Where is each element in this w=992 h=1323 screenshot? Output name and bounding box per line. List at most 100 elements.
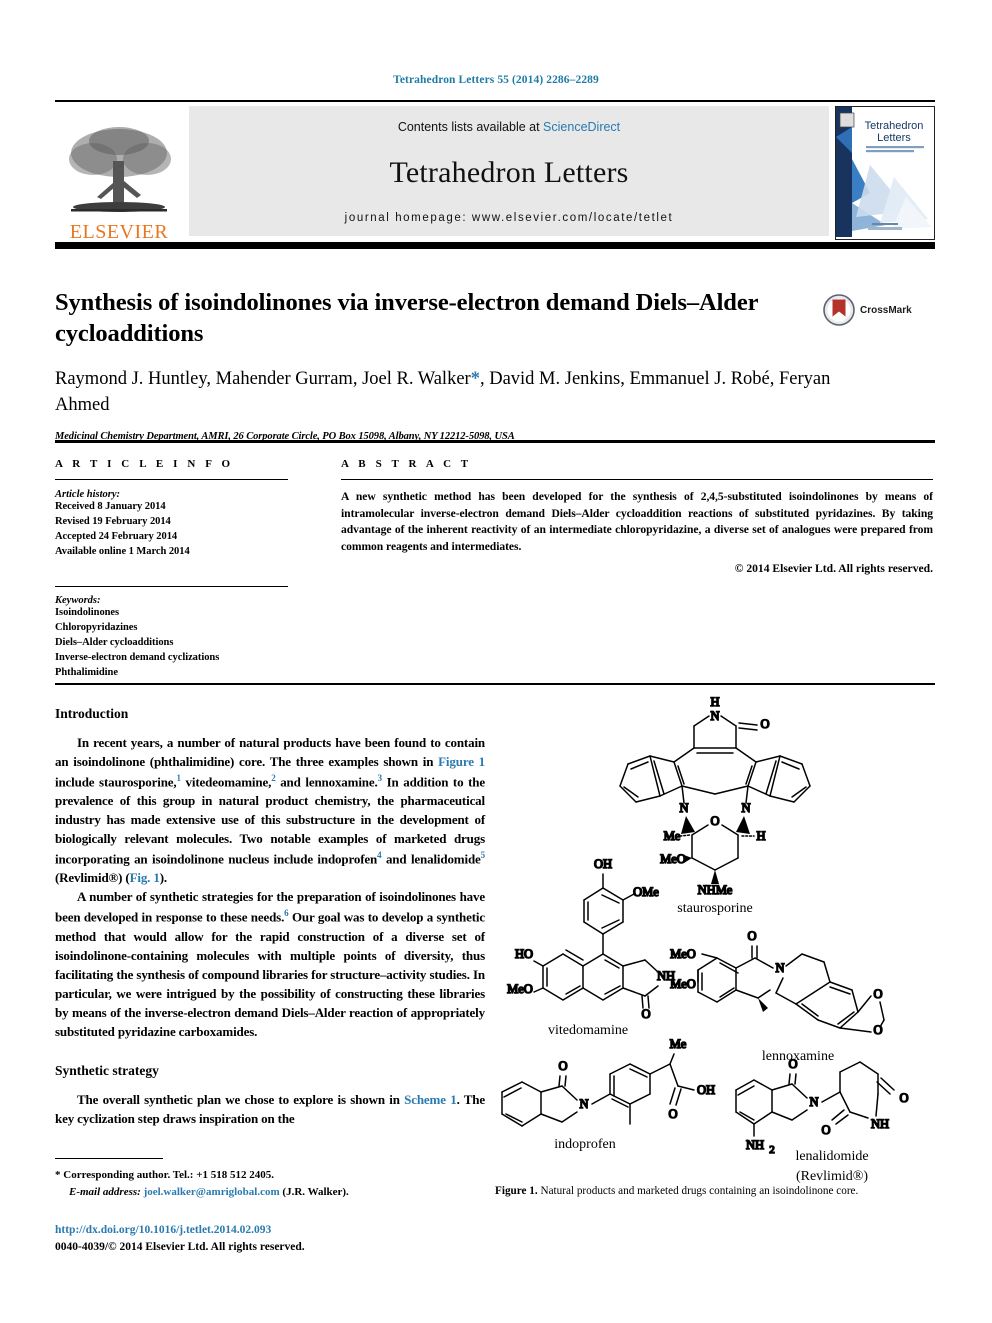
page-title: Synthesis of isoindolinones via inverse-… [55,289,758,347]
info-abstract-row: A R T I C L E I N F O Article history: R… [55,458,935,681]
atom-O-len2: O [899,1091,908,1105]
authors-pre: Raymond J. Huntley, Mahender Gurram, Joe… [55,368,471,389]
doi-link[interactable]: http://dx.doi.org/10.1016/j.tetlet.2014.… [55,1222,485,1239]
figure-1: H N O N N O Me H MeO NHMe staurosporine … [480,690,940,1190]
atom-O-len3: O [821,1123,830,1137]
body-top-rule [55,683,935,685]
history-revised: Revised 19 February 2014 [55,515,171,527]
journal-homepage[interactable]: journal homepage: www.elsevier.com/locat… [345,212,674,224]
p1-h: ). [159,870,167,886]
email-owner: (J.R. Walker). [282,1185,349,1198]
p3-a: The overall synthetic plan we chose to e… [77,1092,405,1108]
keyword-item: Diels–Alder cycloadditions [55,637,174,649]
abstract-copyright: © 2014 Elsevier Ltd. All rights reserved… [734,562,933,576]
lenalidomide-structure: N O NH 2 O NH O lenalidomide (Revlimid®) [735,1056,909,1184]
body-left-column: Introduction In recent years, a number o… [55,706,485,1129]
compound-name-revlimid: (Revlimid®) [796,1169,868,1184]
atom-NH2-len: NH [746,1138,764,1152]
p1-c: vitedeomamine, [180,774,272,790]
atom-O-dioxole-1: O [873,987,882,1001]
figure-caption-text: Natural products and marketed drugs cont… [537,1185,859,1197]
info-divider [55,479,288,480]
email-note: E-mail address: joel.walker@amriglobal.c… [55,1184,485,1201]
keywords-label: Keywords: [55,595,101,607]
compound-name-indoprofen: indoprofen [554,1137,615,1152]
atom-O-lx: O [747,929,756,943]
abstract-divider [341,479,933,480]
svg-text:Letters: Letters [877,132,911,144]
abstract-text: A new synthetic method has been develope… [341,490,933,553]
section-heading-introduction: Introduction [55,706,129,721]
atom-O-ip2: O [668,1107,677,1121]
section-heading-synthetic-strategy: Synthetic strategy [55,1063,159,1079]
crossmark-badge[interactable]: CrossMark [823,290,935,330]
issn-copyright: 0040-4039/© 2014 Elsevier Ltd. All right… [55,1241,305,1254]
corresponding-text: Corresponding author. Tel.: +1 518 512 2… [63,1169,274,1182]
paper-page: Tetrahedron Letters 55 (2014) 2286–2289 [0,0,992,1323]
lennoxamine-structure: O N MeO MeO O O lennoxamine [669,928,885,1064]
atom-OH-ip: OH [697,1083,715,1097]
history-accepted: Accepted 24 February 2014 [55,530,178,542]
atom-N-len: N [809,1095,818,1109]
crossmark-icon [823,294,855,326]
atom-O: O [760,717,769,731]
footnote-star: * [55,1169,61,1182]
elsevier-logo: ELSEVIER [55,106,183,244]
svg-text:Tetrahedron: Tetrahedron [865,120,924,132]
info-top-rule [55,440,935,443]
p1-b: include staurosporine, [55,774,177,790]
chemical-structures-svg: H N O N N O Me H MeO NHMe staurosporine … [501,694,909,1184]
abstract-heading: A B S T R A C T [341,458,472,470]
atom-N: N [710,709,719,723]
staurosporine-structure: H N O N N O Me H MeO NHMe staurosporine [619,694,811,916]
contents-prefix: Contents lists available at [397,120,544,134]
atom-MeO: MeO [660,852,686,866]
atom-O-len: O [788,1057,797,1071]
keyword-item: Phthalimidine [55,667,118,679]
atom-MeO-lx-2: MeO [670,977,696,991]
atom-HO-vd: HO [515,947,533,961]
atom-MeO-vd: MeO [507,982,533,996]
compound-name-vitedomamine: vitedomamine [548,1023,628,1038]
atom-H-sugar: H [756,829,765,843]
scheme-1-link[interactable]: Scheme 1 [404,1092,457,1107]
masthead-black-bar [55,242,935,249]
atom-NH-len: NH [871,1117,889,1131]
article-info-column: A R T I C L E I N F O Article history: R… [55,458,313,681]
atom-NH2-sub: 2 [769,1144,775,1156]
atom-OH-vd: OH [594,857,612,871]
atom-O-sugar: O [710,814,719,828]
p1-d: and lennoxamine. [275,774,378,790]
article-info-heading: A R T I C L E I N F O [55,458,234,470]
p1-g: (Revlimid®) ( [55,870,130,886]
journal-title: Tetrahedron Letters [389,156,629,189]
compound-name-staurosporine: staurosporine [677,901,752,916]
fig-1-link-2[interactable]: Fig. 1 [130,870,160,885]
abstract-column: A B S T R A C T A new synthetic method h… [313,458,935,681]
figure-1-link[interactable]: Figure 1 [438,754,485,769]
atom-NHMe: NHMe [698,883,733,897]
elsevier-wordmark: ELSEVIER [69,221,169,243]
compound-name-lenalidomide: lenalidomide [795,1149,868,1164]
footnote-rule [55,1158,163,1160]
p1-a: In recent years, a number of natural pro… [55,735,485,769]
atom-Me: Me [664,829,681,843]
atom-N-ip: N [579,1097,588,1111]
p2-b: Our goal was to develop a synthetic meth… [55,909,485,1039]
sciencedirect-link[interactable]: ScienceDirect [543,120,620,134]
atom-H: H [710,695,719,709]
atom-MeO-lx-1: MeO [670,947,696,961]
journal-band: Contents lists available at ScienceDirec… [189,106,829,236]
p1-f: and lenalidomide [381,851,481,867]
email-label: E-mail address: [69,1185,141,1198]
crossmark-label: CrossMark [860,304,912,316]
footnote-block: * Corresponding author. Tel.: +1 518 512… [55,1158,485,1200]
figure-caption-label: Figure 1. [495,1185,538,1197]
email-link[interactable]: joel.walker@amriglobal.com [144,1186,280,1198]
atom-N-lx: N [775,961,784,975]
keywords-divider [55,585,288,588]
contents-line: Contents lists available at ScienceDirec… [398,120,620,134]
cover-art: Tetrahedron Letters [836,107,932,237]
intro-paragraph-1: In recent years, a number of natural pro… [55,734,485,888]
corresponding-author-marker: * [470,368,480,389]
